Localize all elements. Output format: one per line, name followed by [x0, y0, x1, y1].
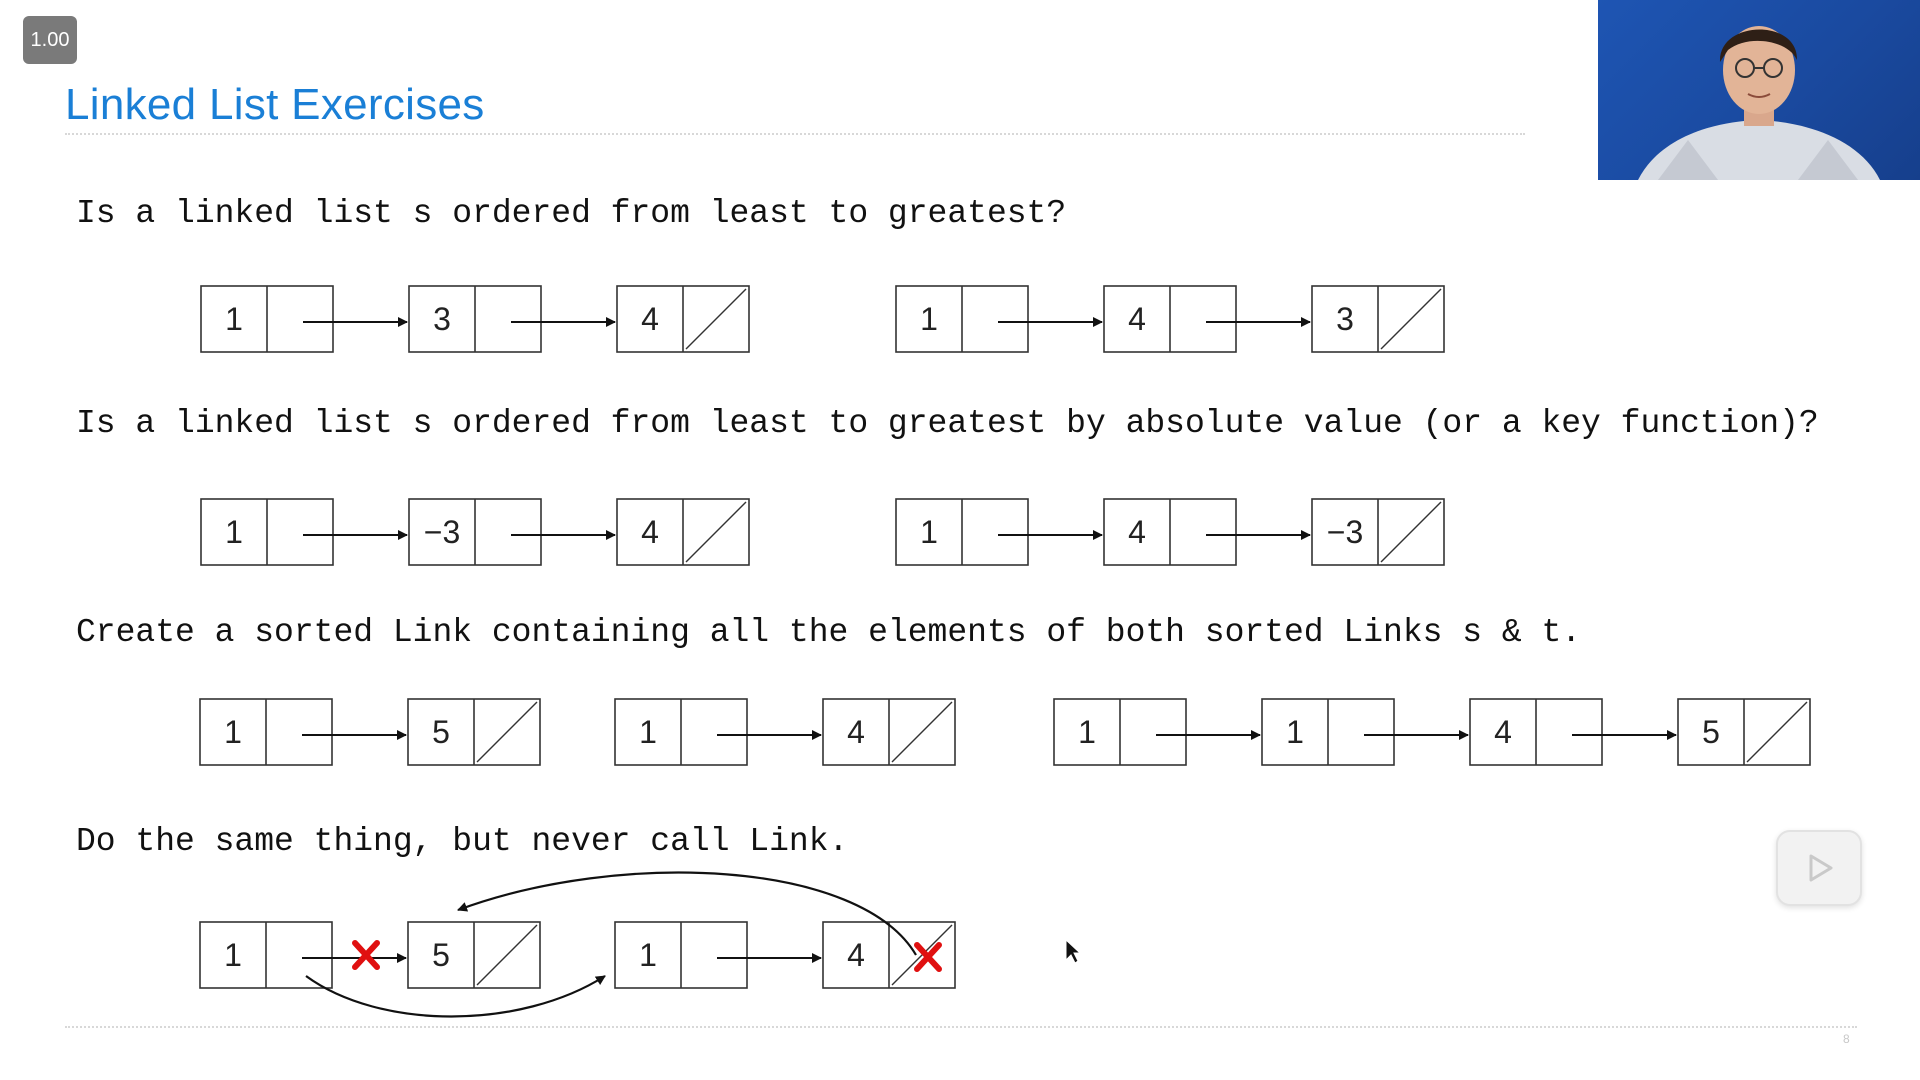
- link-first-value: −3: [424, 514, 460, 550]
- linked-list: 14: [614, 698, 956, 766]
- presenter-video-frame: [1638, 26, 1880, 180]
- link-first-value: 4: [641, 301, 659, 337]
- link-node: 4: [616, 498, 750, 566]
- link-node: 4: [1103, 498, 1311, 566]
- link-node: 5: [407, 698, 541, 766]
- link-node: −3: [408, 498, 616, 566]
- link-node: 1: [1053, 698, 1261, 766]
- link-first-value: 4: [1128, 301, 1146, 337]
- footer-divider: [65, 1026, 1857, 1028]
- link-first-value: 5: [432, 714, 450, 750]
- link-first-value: 4: [847, 937, 865, 973]
- slide: 1.00 Linked List Exercises Is a linked l…: [0, 0, 1920, 1080]
- link-node: 4: [822, 921, 956, 989]
- linked-list: 1 −3 4: [200, 498, 750, 566]
- linked-list: 15: [199, 698, 541, 766]
- link-node: 1: [200, 498, 408, 566]
- link-node: 1: [614, 921, 822, 989]
- play-icon: [1809, 854, 1833, 882]
- link-node: 4: [1469, 698, 1677, 766]
- link-node: −3: [1311, 498, 1445, 566]
- link-first-value: 4: [1128, 514, 1146, 550]
- slide-page-number: 8: [1843, 1032, 1850, 1046]
- link-first-value: 1: [224, 714, 242, 750]
- link-node: 4: [822, 698, 956, 766]
- x-mark-icon: [352, 940, 380, 970]
- link-node: 1: [200, 285, 408, 353]
- link-node: 1: [199, 921, 407, 989]
- link-node: 3: [408, 285, 616, 353]
- link-first-value: 1: [225, 514, 243, 550]
- link-first-value: 4: [847, 714, 865, 750]
- link-first-value: 5: [432, 937, 450, 973]
- link-first-value: 1: [920, 514, 938, 550]
- link-node: 1: [199, 698, 407, 766]
- link-node: 1: [895, 498, 1103, 566]
- link-first-value: −3: [1327, 514, 1363, 550]
- link-first-value: 1: [225, 301, 243, 337]
- link-first-value: 1: [639, 937, 657, 973]
- link-node: 1: [1261, 698, 1469, 766]
- link-first-value: 5: [1702, 714, 1720, 750]
- link-node: 4: [1103, 285, 1311, 353]
- linked-list: 1 4 −3: [895, 498, 1445, 566]
- link-node: 3: [1311, 285, 1445, 353]
- presenter-webcam: [1598, 0, 1920, 180]
- link-first-value: 1: [639, 714, 657, 750]
- linked-list: 1 4 3: [895, 285, 1445, 353]
- link-first-value: 3: [1336, 301, 1354, 337]
- link-first-value: 4: [641, 514, 659, 550]
- link-first-value: 1: [224, 937, 242, 973]
- link-node: 5: [407, 921, 541, 989]
- link-first-value: 1: [1286, 714, 1304, 750]
- mouse-cursor-icon: [1065, 938, 1082, 964]
- linked-list: 14: [614, 921, 956, 989]
- link-first-value: 3: [433, 301, 451, 337]
- linked-list: 1 3 4: [200, 285, 750, 353]
- link-node: 1: [614, 698, 822, 766]
- link-first-value: 1: [1078, 714, 1096, 750]
- link-first-value: 4: [1494, 714, 1512, 750]
- link-node: 4: [616, 285, 750, 353]
- link-node: 5: [1677, 698, 1811, 766]
- play-button[interactable]: [1776, 830, 1862, 906]
- linked-list: 1 1 4 5: [1053, 698, 1811, 766]
- link-node: 1: [895, 285, 1103, 353]
- link-first-value: 1: [920, 301, 938, 337]
